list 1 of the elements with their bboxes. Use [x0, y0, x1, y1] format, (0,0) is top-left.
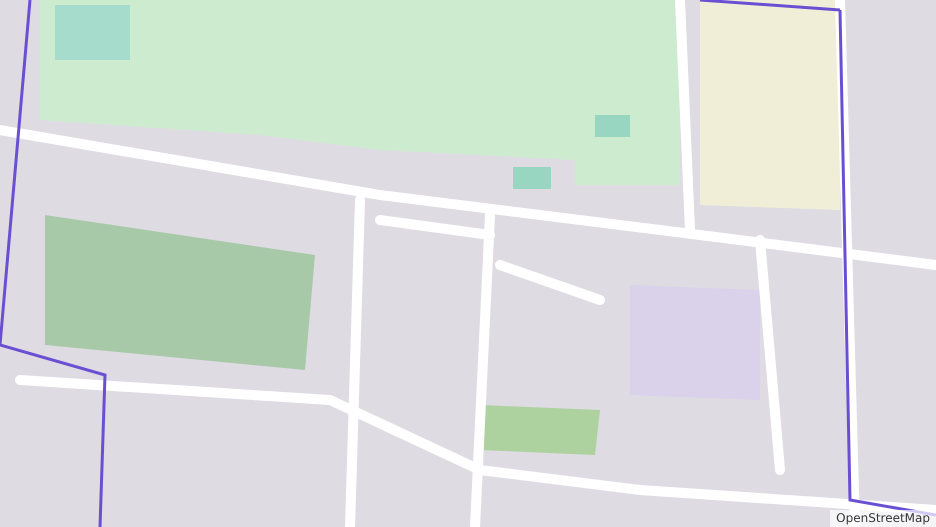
map-attribution[interactable]: OpenStreetMap: [830, 510, 936, 527]
